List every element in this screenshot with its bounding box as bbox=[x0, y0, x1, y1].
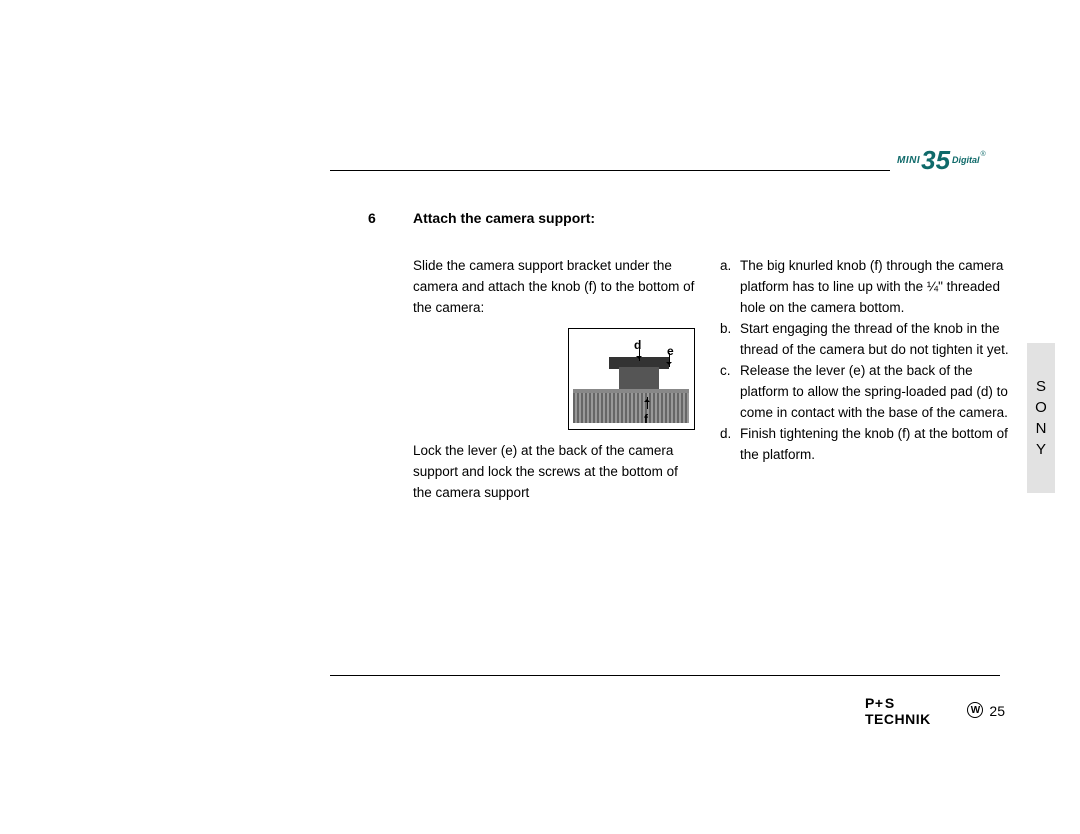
brand-s: S bbox=[885, 695, 895, 711]
left-paragraph-1: Slide the camera support bracket under t… bbox=[413, 255, 695, 318]
figure-label-f: f bbox=[644, 409, 648, 430]
figure-part bbox=[573, 389, 689, 423]
side-tab-letter: N bbox=[1036, 418, 1047, 439]
list-marker: a. bbox=[720, 255, 740, 318]
left-column: Slide the camera support bracket under t… bbox=[413, 255, 695, 513]
figure-camera-support: d e f bbox=[568, 328, 695, 430]
brand-technik: TECHNIK bbox=[865, 711, 931, 727]
left-paragraph-2: Lock the lever (e) at the back of the ca… bbox=[413, 440, 695, 503]
footer-brand: P+S TECHNIK bbox=[865, 695, 964, 727]
right-ordered-list: a. The big knurled knob (f) through the … bbox=[720, 255, 1010, 465]
list-text: The big knurled knob (f) through the cam… bbox=[740, 255, 1010, 318]
brand-p: P bbox=[865, 695, 875, 711]
step-title: Attach the camera support: bbox=[413, 210, 595, 226]
page-number: 25 bbox=[989, 703, 1005, 719]
logo-mini: MINI bbox=[897, 155, 920, 166]
logo-digital: Digital bbox=[952, 155, 980, 165]
list-marker: d. bbox=[720, 423, 740, 465]
step-number: 6 bbox=[368, 210, 376, 226]
list-text: Start engaging the thread of the knob in… bbox=[740, 318, 1010, 360]
logo-registered: ® bbox=[981, 151, 986, 158]
side-tab-letter: S bbox=[1036, 376, 1046, 397]
list-marker: c. bbox=[720, 360, 740, 423]
side-tab-sony: S O N Y bbox=[1027, 343, 1055, 493]
figure-label-d: d bbox=[634, 335, 641, 356]
footer: P+S TECHNIK W 25 bbox=[865, 695, 1005, 727]
list-marker: b. bbox=[720, 318, 740, 360]
list-item: b. Start engaging the thread of the knob… bbox=[720, 318, 1010, 360]
logo-number: 35 bbox=[921, 149, 950, 171]
list-item: a. The big knurled knob (f) through the … bbox=[720, 255, 1010, 318]
list-item: c. Release the lever (e) at the back of … bbox=[720, 360, 1010, 423]
right-column: a. The big knurled knob (f) through the … bbox=[720, 255, 1010, 465]
side-tab-letter: Y bbox=[1036, 439, 1046, 460]
side-tab-letter: O bbox=[1035, 397, 1047, 418]
list-text: Release the lever (e) at the back of the… bbox=[740, 360, 1010, 423]
header-logo: MINI 35 Digital ® bbox=[897, 145, 1002, 175]
footer-w-mark-icon: W bbox=[967, 702, 983, 718]
bottom-rule bbox=[330, 675, 1000, 676]
figure-arrow bbox=[647, 397, 648, 409]
top-rule bbox=[330, 170, 890, 171]
list-item: d. Finish tightening the knob (f) at the… bbox=[720, 423, 1010, 465]
brand-plus-icon: + bbox=[875, 695, 885, 705]
list-text: Finish tightening the knob (f) at the bo… bbox=[740, 423, 1010, 465]
figure-label-e: e bbox=[667, 341, 674, 362]
